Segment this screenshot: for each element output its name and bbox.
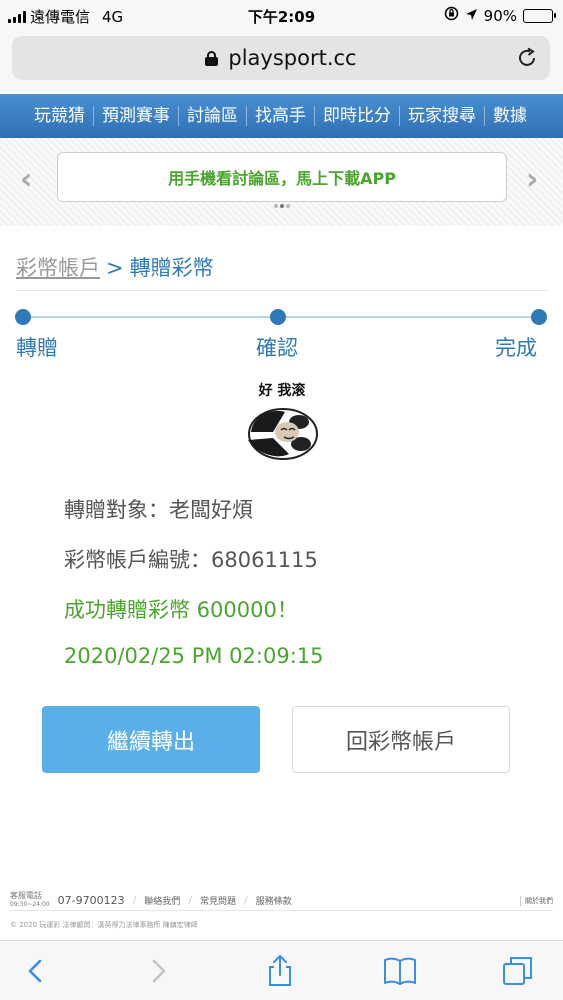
footer-link-terms[interactable]: 服務條款: [256, 894, 292, 907]
success-message: 成功轉贈彩幣 600000！: [64, 598, 298, 622]
service-label-text: 客服電話: [10, 891, 42, 900]
site-nav: 玩競猜 預測賽事 討論區 找高手 即時比分 玩家搜尋 數據: [0, 94, 563, 138]
forward-icon[interactable]: [140, 953, 176, 989]
carousel-dots: [274, 204, 290, 208]
nav-item-player-search[interactable]: 玩家搜尋: [400, 106, 485, 126]
service-phone[interactable]: 07-9700123: [58, 894, 125, 907]
step-label-complete: 完成: [495, 336, 537, 360]
sticker-caption: 好 我滚: [258, 383, 306, 399]
step-dot-complete: [531, 309, 547, 325]
divider: [16, 290, 547, 291]
footer-link-faq[interactable]: 常見問題: [200, 894, 236, 907]
battery-icon: [523, 8, 556, 23]
nav-item-forum[interactable]: 討論區: [179, 106, 247, 126]
breadcrumb-current: 轉贈彩幣: [129, 256, 214, 280]
divider: /: [188, 893, 193, 907]
nav-item-experts[interactable]: 找高手: [247, 106, 315, 126]
tabs-icon[interactable]: [500, 953, 536, 989]
continue-transfer-button[interactable]: 繼續轉出: [42, 706, 260, 773]
address-bar[interactable]: playsport.cc: [12, 36, 550, 80]
breadcrumb: 彩幣帳戶 > 轉贈彩幣: [16, 252, 214, 282]
address-bar-area: playsport.cc: [0, 30, 563, 92]
transfer-datetime: 2020/02/25 PM 02:09:15: [64, 644, 324, 668]
app-download-banner[interactable]: 用手機看討論區，馬上下載APP: [57, 152, 507, 202]
browser-toolbar: [0, 940, 563, 1000]
recipient-text: 轉贈對象：老闆好煩: [64, 498, 253, 522]
banner-carousel: ‹ 用手機看討論區，馬上下載APP ›: [0, 138, 563, 226]
battery-percent: 90%: [483, 6, 517, 25]
nav-item-predict[interactable]: 預測賽事: [94, 106, 179, 126]
step-dot-confirm: [270, 309, 286, 325]
chevron-left-icon[interactable]: ‹: [20, 162, 32, 197]
step-label-confirm: 確認: [256, 336, 298, 360]
avatar: 好 我滚: [243, 380, 321, 464]
back-to-account-button[interactable]: 回彩幣帳戶: [292, 706, 510, 773]
page: 遠傳電信 4G 下午2:09 90% playsport.cc 玩競猜 預測賽事: [0, 0, 563, 1000]
service-label: 客服電話 09:30~24:00: [10, 891, 50, 909]
nav-item-data[interactable]: 數據: [485, 106, 535, 126]
breadcrumb-parent-link[interactable]: 彩幣帳戶: [16, 256, 100, 280]
orientation-lock-icon: [444, 6, 459, 25]
status-bar: 遠傳電信 4G 下午2:09 90%: [0, 0, 563, 30]
bookmarks-icon[interactable]: [382, 953, 418, 989]
chevron-right-icon[interactable]: ›: [526, 162, 538, 197]
nav-item-guess[interactable]: 玩競猜: [26, 106, 94, 126]
divider: /: [244, 893, 248, 907]
nav-item-livescore[interactable]: 即時比分: [315, 106, 400, 126]
divider: [10, 910, 553, 911]
account-number-text: 彩幣帳戶編號：68061115: [64, 548, 318, 572]
footer-link-contact[interactable]: 聯絡我們: [144, 894, 180, 907]
location-icon: [465, 7, 478, 25]
footer-link-about[interactable]: 關於我們: [520, 896, 553, 906]
step-dot-transfer: [15, 309, 31, 325]
share-icon[interactable]: [262, 953, 298, 989]
lock-icon: [205, 50, 219, 66]
back-icon[interactable]: [18, 953, 54, 989]
breadcrumb-separator: >: [106, 256, 124, 280]
url-text: playsport.cc: [228, 46, 357, 70]
divider: /: [132, 893, 137, 907]
step-label-transfer: 轉贈: [16, 336, 58, 360]
copyright-text: © 2020 玩運彩 法律顧問：漢英得力法律事務所 陳鎮宏律師: [10, 921, 198, 929]
service-hours: 09:30~24:00: [10, 901, 50, 908]
reload-icon[interactable]: [516, 47, 538, 69]
